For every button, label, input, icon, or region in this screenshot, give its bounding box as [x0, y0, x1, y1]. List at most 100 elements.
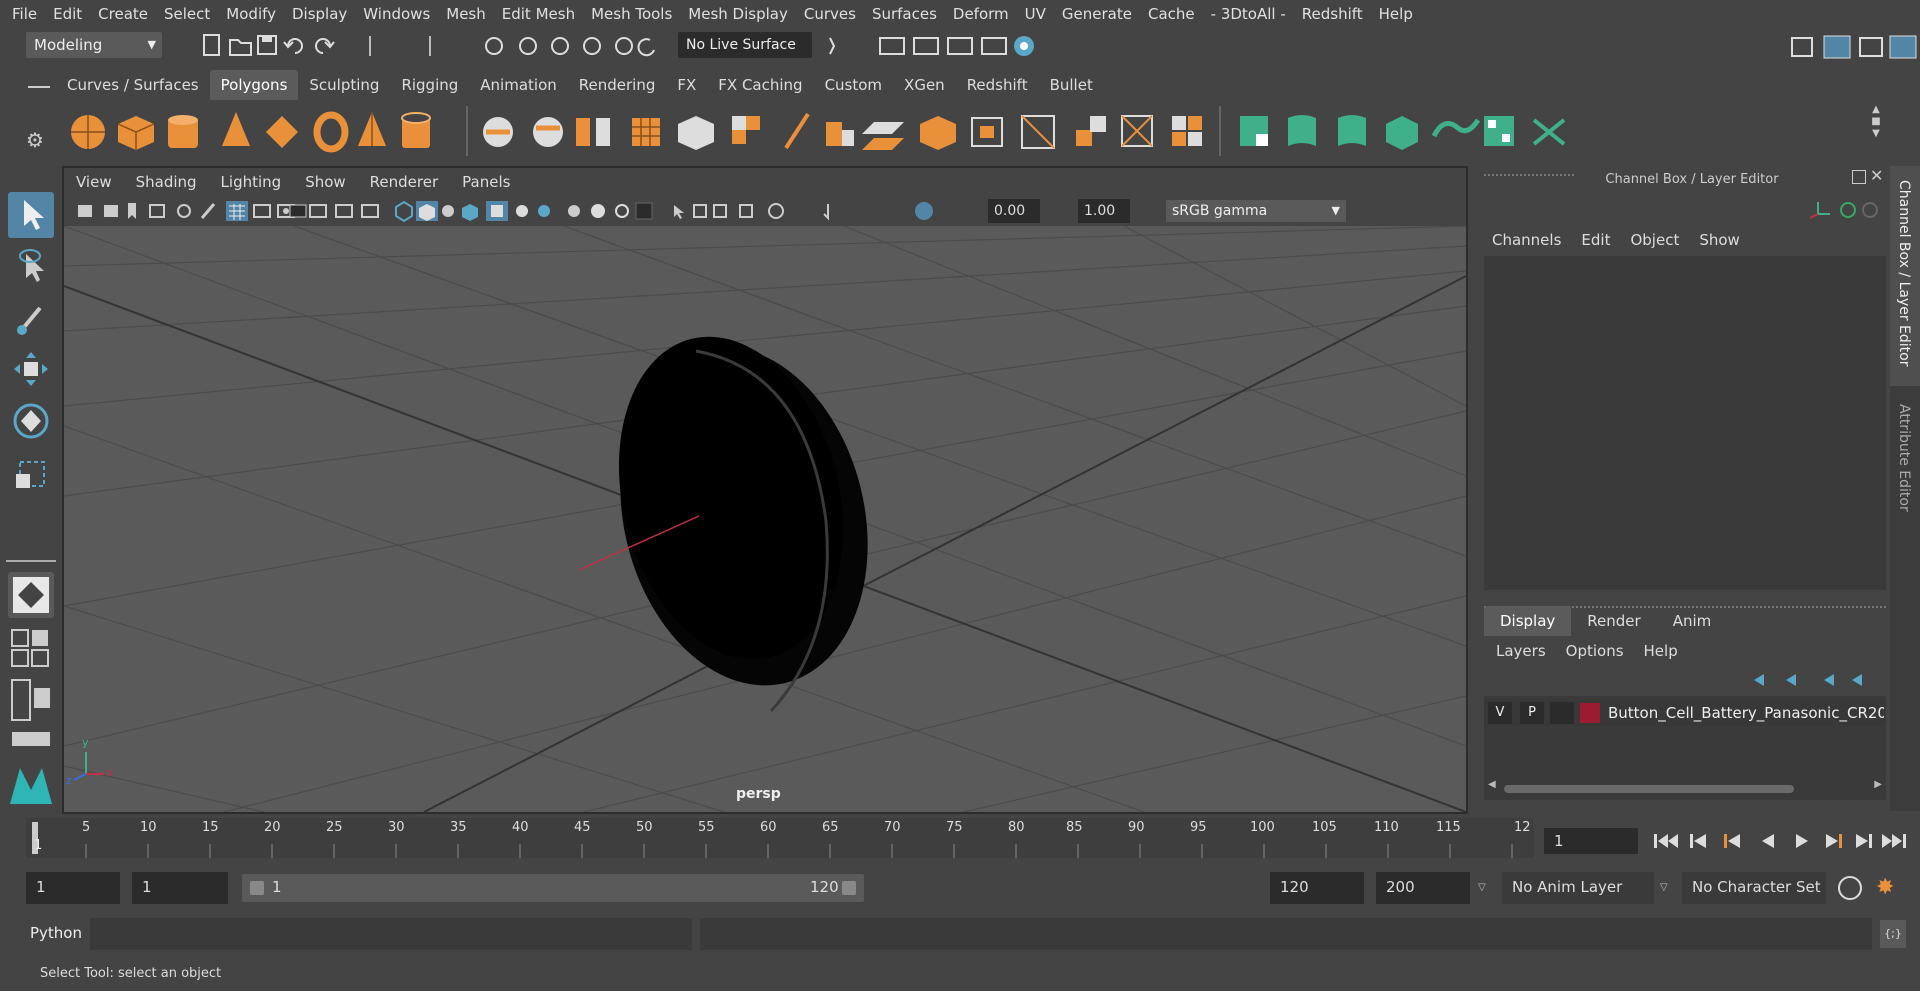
- shaded-wire-icon[interactable]: [442, 205, 454, 217]
- vp-menu-show[interactable]: Show: [293, 173, 357, 191]
- tab-fx-caching[interactable]: FX Caching: [707, 70, 813, 100]
- image-plane-icon[interactable]: [149, 204, 165, 218]
- 2d-pan-zoom-icon[interactable]: [177, 204, 191, 218]
- combine-icon[interactable]: [483, 117, 513, 147]
- tab-fx[interactable]: FX: [666, 70, 707, 100]
- xray-joints-icon[interactable]: [693, 204, 707, 218]
- snap-curve-icon[interactable]: [519, 37, 537, 55]
- poly-torus-icon[interactable]: [313, 111, 349, 153]
- rotate-tool-icon[interactable]: [8, 398, 54, 444]
- tab-anim[interactable]: Anim: [1657, 606, 1728, 636]
- poly-sphere-icon[interactable]: [71, 115, 105, 149]
- channel-edit-menu[interactable]: Edit: [1571, 226, 1620, 254]
- range-slider[interactable]: 1 120: [242, 874, 864, 902]
- wireframe-icon[interactable]: [395, 200, 413, 223]
- open-scene-icon[interactable]: [229, 39, 252, 56]
- xray-icon[interactable]: [674, 205, 684, 219]
- menu-deform[interactable]: Deform: [945, 5, 1017, 23]
- layer-name[interactable]: Button_Cell_Battery_Panasonic_CR2032: [1608, 702, 1884, 724]
- spherical-uv-icon[interactable]: [1338, 115, 1366, 146]
- snap-point-icon[interactable]: [551, 37, 569, 55]
- layer-type-toggle[interactable]: [1550, 702, 1574, 724]
- gamma-field[interactable]: 1.00: [1078, 199, 1130, 223]
- shadows-icon[interactable]: [516, 205, 528, 217]
- step-forward-frame-icon[interactable]: [1826, 834, 1842, 848]
- channel-box-icon[interactable]: [1889, 35, 1917, 59]
- multicut-icon[interactable]: [732, 116, 760, 144]
- layer-color-swatch[interactable]: [1580, 703, 1600, 723]
- vp-menu-shading[interactable]: Shading: [124, 173, 209, 191]
- tab-display[interactable]: Display: [1484, 606, 1572, 636]
- layer-help-menu[interactable]: Help: [1634, 636, 1688, 666]
- hyper-icon[interactable]: [1862, 202, 1878, 218]
- smooth-icon[interactable]: [632, 118, 660, 146]
- menu-create[interactable]: Create: [90, 5, 156, 23]
- tab-animation[interactable]: Animation: [469, 70, 567, 100]
- speed-icon[interactable]: [1840, 202, 1856, 218]
- layer-visibility-toggle[interactable]: V: [1488, 702, 1512, 724]
- chevron-down-icon[interactable]: ▽: [1660, 872, 1676, 904]
- four-view-layout-icon[interactable]: [8, 626, 54, 672]
- extrude-icon[interactable]: [826, 122, 854, 146]
- planar-uv-icon[interactable]: [1240, 116, 1268, 146]
- shelf-menu-icon[interactable]: [28, 86, 50, 88]
- gamma-icon[interactable]: [823, 204, 829, 221]
- command-input[interactable]: [90, 918, 692, 950]
- menu-3dtoall[interactable]: - 3DtoAll -: [1203, 5, 1294, 23]
- bevel-icon[interactable]: [920, 116, 956, 150]
- menu-file[interactable]: File: [0, 5, 45, 23]
- vp-menu-lighting[interactable]: Lighting: [209, 173, 294, 191]
- bookmark-icon[interactable]: [128, 203, 136, 219]
- ambient-occlusion-icon[interactable]: [538, 205, 550, 217]
- bridge-icon[interactable]: [862, 122, 904, 150]
- poly-cylinder-icon[interactable]: [168, 115, 198, 148]
- scroll-thumb[interactable]: [1504, 785, 1794, 793]
- depth-of-field-icon[interactable]: [615, 204, 629, 218]
- scene-end-field[interactable]: 200: [1376, 872, 1470, 904]
- scene-start-field[interactable]: 1: [26, 872, 120, 904]
- new-layer-icon[interactable]: [1824, 674, 1834, 686]
- xray-components-icon[interactable]: [713, 204, 727, 218]
- circularize-icon[interactable]: [1172, 116, 1202, 146]
- use-lights-icon[interactable]: [486, 201, 508, 221]
- channel-show-menu[interactable]: Show: [1689, 226, 1749, 254]
- textured-icon[interactable]: [462, 204, 478, 221]
- layer-hscrollbar[interactable]: ◀ ▶: [1488, 779, 1882, 796]
- menu-edit-mesh[interactable]: Edit Mesh: [494, 5, 583, 23]
- poly-pipe-icon[interactable]: [401, 112, 431, 148]
- scroll-right-icon[interactable]: ▶: [1874, 779, 1882, 790]
- grid-toggle-icon[interactable]: [226, 201, 248, 221]
- range-end-handle[interactable]: [842, 881, 856, 895]
- script-language-label[interactable]: Python: [30, 924, 82, 942]
- grease-pencil-icon[interactable]: [200, 203, 216, 219]
- tab-bullet[interactable]: Bullet: [1039, 70, 1104, 100]
- save-scene-icon[interactable]: [257, 35, 277, 55]
- current-frame-field[interactable]: 1: [1544, 828, 1638, 854]
- exposure-icon[interactable]: [768, 203, 784, 219]
- go-to-end-icon[interactable]: [1882, 834, 1906, 848]
- channels-menu[interactable]: Channels: [1474, 226, 1571, 254]
- menu-windows[interactable]: Windows: [355, 5, 438, 23]
- target-weld-icon[interactable]: [784, 112, 810, 150]
- tab-xgen[interactable]: XGen: [893, 70, 956, 100]
- extract-icon[interactable]: [576, 118, 610, 146]
- poke-icon[interactable]: [1076, 116, 1106, 146]
- color-space-dropdown[interactable]: sRGB gamma ▼: [1166, 200, 1346, 222]
- undo-icon[interactable]: [283, 38, 303, 54]
- redo-icon[interactable]: [315, 38, 335, 54]
- play-backward-icon[interactable]: [1762, 834, 1774, 848]
- live-surface-field[interactable]: No Live Surface: [678, 32, 812, 58]
- motion-blur-icon[interactable]: [568, 205, 580, 217]
- render-frame-icon[interactable]: [913, 37, 939, 55]
- channel-list-area[interactable]: [1484, 256, 1886, 590]
- float-panel-icon[interactable]: [1852, 170, 1866, 184]
- poly-pyramid-icon[interactable]: [358, 112, 386, 146]
- wedge-icon[interactable]: [1121, 115, 1153, 147]
- color-management-icon[interactable]: [915, 202, 933, 220]
- playback-end-field[interactable]: 120: [1270, 872, 1364, 904]
- lasso-tool-icon[interactable]: [8, 244, 54, 290]
- hypershade-icon[interactable]: [1014, 36, 1034, 56]
- select-tool-icon[interactable]: [8, 192, 54, 238]
- modeling-toolkit-icon[interactable]: [1791, 37, 1813, 57]
- menu-surfaces[interactable]: Surfaces: [864, 5, 945, 23]
